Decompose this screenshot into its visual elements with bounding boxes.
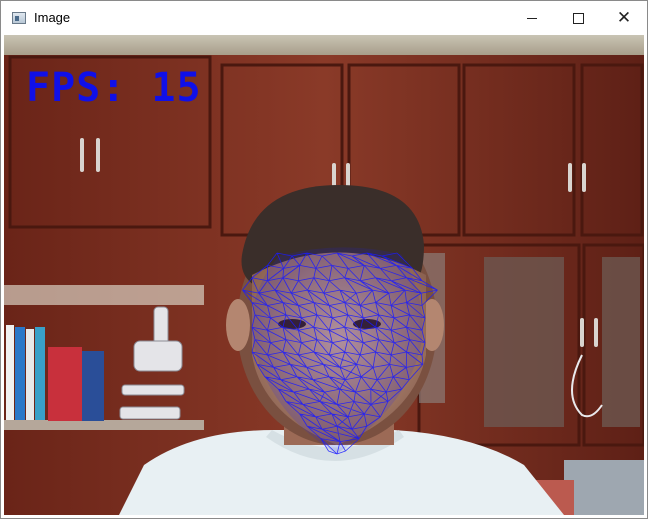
fps-counter: FPS: 15 (26, 65, 202, 111)
image-window: Image ✕ FPS: 15 (0, 0, 648, 519)
minimize-button[interactable] (509, 1, 555, 35)
minimize-icon (527, 17, 537, 19)
close-icon: ✕ (616, 8, 632, 27)
maximize-icon (572, 12, 584, 24)
camera-image: FPS: 15 (4, 35, 644, 515)
close-button[interactable]: ✕ (601, 1, 647, 35)
image-window-icon (12, 12, 26, 24)
window-title: Image (34, 10, 71, 25)
title-bar[interactable]: Image ✕ (1, 1, 647, 35)
maximize-button[interactable] (555, 1, 601, 35)
